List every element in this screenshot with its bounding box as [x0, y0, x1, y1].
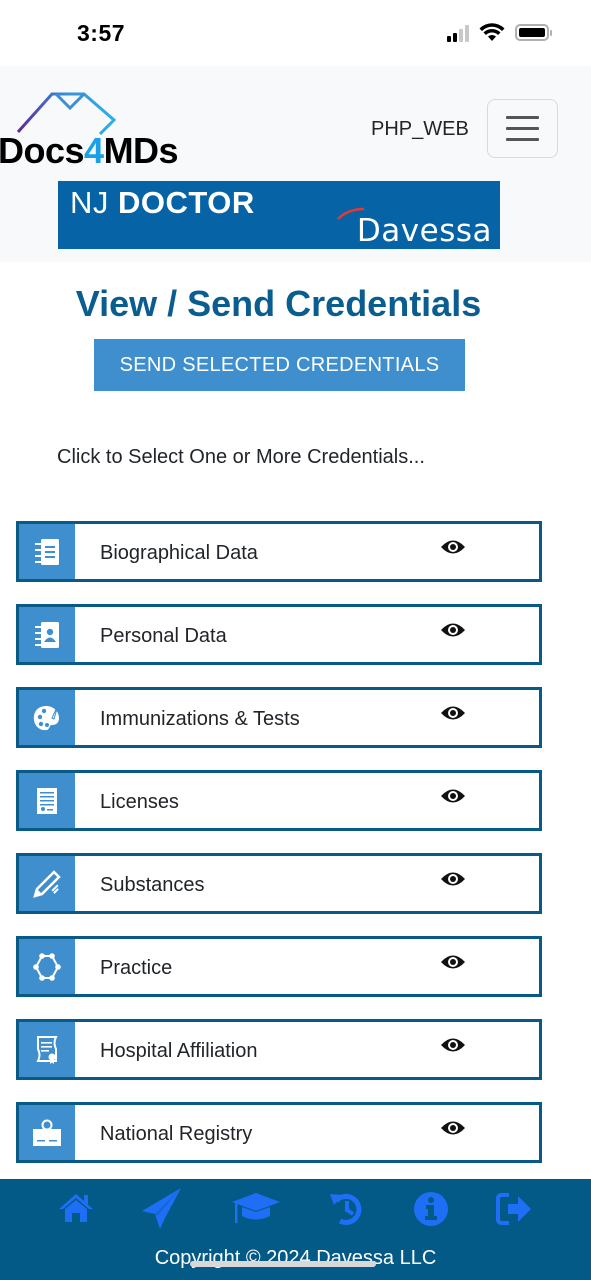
home-icon[interactable]	[57, 1191, 95, 1225]
credential-item-immunizations-tests[interactable]: Immunizations & Tests	[16, 687, 542, 748]
scroll-certificate-icon	[36, 1035, 58, 1064]
credential-label: Practice	[100, 957, 173, 979]
address-book-icon	[35, 538, 59, 565]
credential-label: National Registry	[100, 1123, 253, 1145]
credential-item-national-registry[interactable]: National Registry	[16, 1102, 542, 1163]
page-title: View / Send Credentials	[75, 283, 482, 324]
battery-icon	[515, 24, 552, 41]
eye-icon[interactable]	[440, 953, 466, 971]
hamburger-menu-button[interactable]	[487, 99, 558, 158]
credential-label: Substances	[100, 874, 205, 896]
eye-icon[interactable]	[440, 704, 466, 722]
contact-card-icon	[35, 621, 59, 648]
banner-brand: Davessa	[356, 213, 492, 249]
wifi-icon	[479, 23, 505, 41]
logo-text: Docs4MDs	[0, 130, 179, 171]
credential-label: Immunizations & Tests	[100, 708, 300, 730]
sign-out-icon[interactable]	[496, 1191, 534, 1227]
pencil-icon	[33, 869, 61, 898]
paper-plane-icon[interactable]	[141, 1187, 183, 1231]
eye-icon[interactable]	[440, 870, 466, 888]
credential-item-substances[interactable]: Substances	[16, 853, 542, 914]
status-time: 3:57	[77, 20, 126, 46]
credential-label: Licenses	[100, 791, 179, 813]
eye-icon[interactable]	[440, 1036, 466, 1054]
app-header: Docs4MDs PHP_WEB NJ DOCTOR Davessa	[0, 66, 591, 262]
credential-label: Hospital Affiliation	[100, 1040, 258, 1062]
user-label: PHP_WEB	[371, 118, 469, 140]
hamburger-icon	[506, 116, 539, 119]
credential-item-practice[interactable]: Practice	[16, 936, 542, 997]
graduation-cap-icon[interactable]	[230, 1191, 282, 1227]
license-document-icon	[37, 787, 57, 814]
eye-icon[interactable]	[440, 1119, 466, 1137]
hexagon-nodes-icon	[33, 952, 61, 981]
credential-item-licenses[interactable]: Licenses	[16, 770, 542, 831]
status-bar: 3:57	[0, 0, 591, 66]
eye-icon[interactable]	[440, 538, 466, 556]
cellular-signal-icon	[447, 24, 469, 42]
eye-icon[interactable]	[440, 787, 466, 805]
credential-item-biographical-data[interactable]: Biographical Data	[16, 521, 542, 582]
footer-icon-bar	[0, 1188, 591, 1231]
selection-hint: Click to Select One or More Credentials.…	[57, 446, 425, 468]
banner-title: NJ DOCTOR	[70, 185, 255, 220]
system-indicators	[447, 23, 552, 42]
history-icon[interactable]	[328, 1191, 366, 1227]
award-certificate-icon	[33, 1119, 61, 1146]
docs4mds-logo[interactable]: Docs4MDs	[0, 92, 200, 171]
eye-icon[interactable]	[440, 621, 466, 639]
info-icon[interactable]	[413, 1191, 449, 1227]
send-selected-credentials-button[interactable]: SEND SELECTED CREDENTIALS	[94, 339, 465, 391]
nj-doctor-banner: NJ DOCTOR Davessa	[58, 181, 500, 249]
credential-item-hospital-affiliation[interactable]: Hospital Affiliation	[16, 1019, 542, 1080]
home-indicator[interactable]	[190, 1261, 376, 1267]
credential-item-personal-data[interactable]: Personal Data	[16, 604, 542, 665]
credential-label: Personal Data	[100, 625, 227, 647]
credential-label: Biographical Data	[100, 542, 258, 564]
palette-icon	[33, 704, 59, 730]
